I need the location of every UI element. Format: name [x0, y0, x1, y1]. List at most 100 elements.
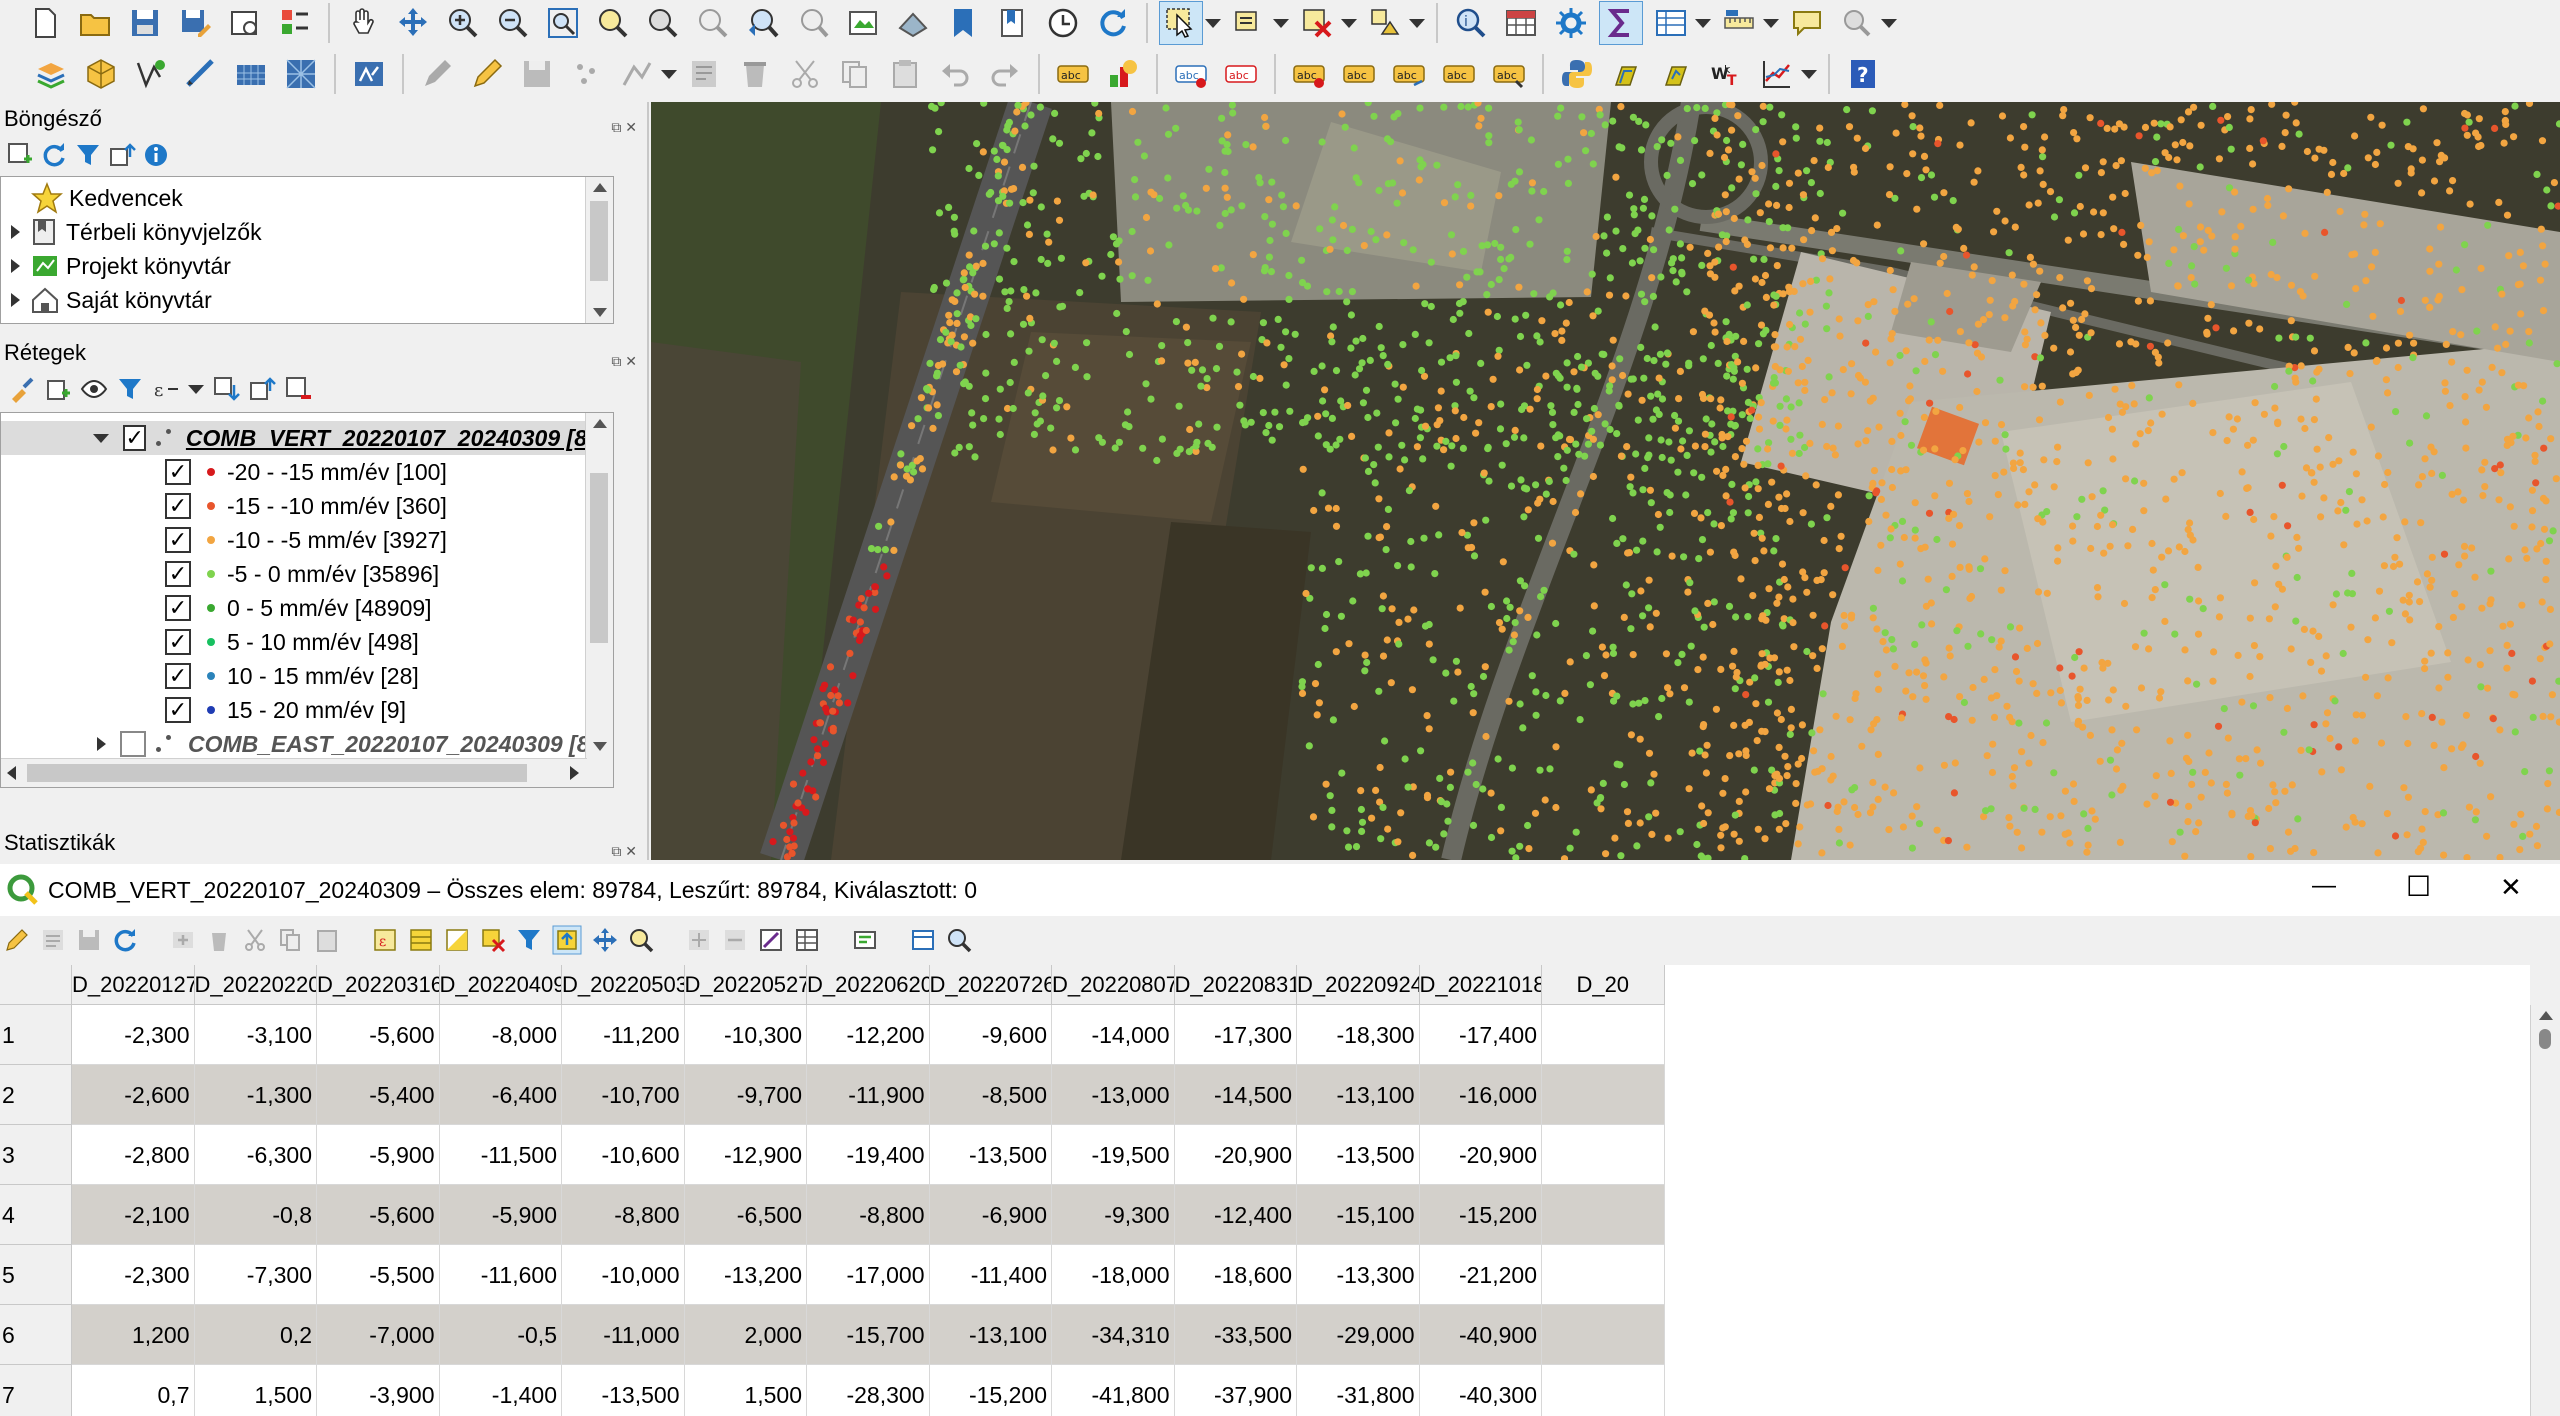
layers-hscrollbar[interactable] [1, 758, 587, 787]
plugin-icon[interactable] [1605, 52, 1649, 96]
wkt-icon[interactable]: WTk [1705, 52, 1749, 96]
show-hide-label-icon[interactable]: abc [1287, 52, 1331, 96]
browser-item-spatial-bookmarks[interactable]: Térbeli könyvjelzők [5, 215, 262, 249]
table-cell[interactable]: -7,000 [317, 1305, 440, 1365]
table-cell[interactable]: -2,800 [72, 1125, 195, 1185]
class-checkbox[interactable]: ✓ [165, 663, 191, 689]
minimize-button[interactable]: — [2312, 872, 2336, 900]
class-checkbox[interactable]: ✓ [165, 697, 191, 723]
zoom-next-icon[interactable] [791, 1, 835, 45]
table-cell[interactable]: -40,900 [1419, 1305, 1542, 1365]
table-cell[interactable]: -17,400 [1419, 1005, 1542, 1065]
layers-scrollbar[interactable] [585, 413, 613, 787]
select-feature-icon[interactable] [1159, 1, 1203, 45]
chevron-down-icon[interactable] [1409, 1, 1425, 45]
column-header[interactable]: D_20220924 [1297, 965, 1420, 1005]
column-header[interactable]: D_20220409 [439, 965, 562, 1005]
table-cell[interactable]: -2,600 [72, 1065, 195, 1125]
table-row[interactable]: 5 -2,300 -7,300 -5,500 -11,600 -10,000 -13,200… [0, 1245, 2530, 1305]
add-group-icon[interactable] [44, 375, 72, 403]
refresh-icon[interactable] [40, 141, 68, 169]
filter-icon[interactable] [116, 375, 144, 403]
chevron-down-icon[interactable] [1273, 1, 1289, 45]
move-selection-top-icon[interactable] [552, 925, 582, 955]
save-as-icon[interactable] [173, 1, 217, 45]
table-cell[interactable]: -11,900 [807, 1065, 930, 1125]
table-cell[interactable]: -2,300 [72, 1245, 195, 1305]
table-cell[interactable]: -6,500 [684, 1185, 807, 1245]
table-cell[interactable]: -13,500 [929, 1125, 1052, 1185]
table-cell[interactable]: -21,200 [1419, 1245, 1542, 1305]
table-cell[interactable]: -19,500 [1052, 1125, 1175, 1185]
table-cell[interactable]: -17,300 [1174, 1005, 1297, 1065]
layer-row-comb-east[interactable]: COMB_EAST_20220107_20240309 [8 [1, 727, 590, 761]
pan-to-selected-icon[interactable] [592, 927, 618, 953]
expression-select-icon[interactable]: ε [372, 927, 398, 953]
row-number[interactable]: 3 [0, 1125, 72, 1185]
delete-selected-icon[interactable] [733, 52, 777, 96]
table-cell[interactable]: -13,000 [1052, 1065, 1175, 1125]
label-tool-icon[interactable]: abc [1051, 52, 1095, 96]
modify-attributes-icon[interactable] [683, 52, 727, 96]
bookmark-new-icon[interactable] [941, 1, 985, 45]
table-cell[interactable]: -10,600 [562, 1125, 685, 1185]
actions-icon[interactable] [852, 927, 878, 953]
table-cell[interactable]: -10,300 [684, 1005, 807, 1065]
table-cell[interactable]: -34,310 [1052, 1305, 1175, 1365]
info-icon[interactable] [142, 141, 170, 169]
table-cell[interactable]: -11,200 [562, 1005, 685, 1065]
column-header[interactable]: D_20220831 [1174, 965, 1297, 1005]
python-icon[interactable] [1555, 52, 1599, 96]
table-cell[interactable]: -6,900 [929, 1185, 1052, 1245]
column-header[interactable]: D_20220807 [1052, 965, 1175, 1005]
table-cell[interactable]: -18,300 [1297, 1005, 1420, 1065]
table-cell[interactable]: -0,8 [194, 1185, 317, 1245]
row-number[interactable]: 7 [0, 1365, 72, 1416]
new-geopackage-icon[interactable] [79, 52, 123, 96]
legend-class-row[interactable]: ✓ 0 - 5 mm/év [48909] [165, 591, 432, 625]
table-cell[interactable]: -7,300 [194, 1245, 317, 1305]
table-cell[interactable]: -9,700 [684, 1065, 807, 1125]
filter-icon[interactable] [516, 927, 542, 953]
select-all-icon[interactable] [408, 927, 434, 953]
save-edits-icon[interactable] [515, 52, 559, 96]
new-3d-view-icon[interactable] [891, 1, 935, 45]
paste-features-icon[interactable] [883, 52, 927, 96]
chevron-down-icon[interactable] [1341, 1, 1357, 45]
eye-icon[interactable] [80, 375, 108, 403]
table-cell[interactable]: -8,500 [929, 1065, 1052, 1125]
class-checkbox[interactable]: ✓ [165, 629, 191, 655]
expand-arrow-icon[interactable] [11, 259, 20, 273]
digitize-icon[interactable] [415, 52, 459, 96]
cut-icon[interactable] [242, 927, 268, 953]
zoom-to-selected-icon[interactable] [628, 927, 654, 953]
browser-item-home[interactable]: Saját könyvtár [5, 283, 212, 317]
row-number[interactable]: 4 [0, 1185, 72, 1245]
table-cell[interactable]: -5,900 [439, 1185, 562, 1245]
pan-hand-icon[interactable] [341, 1, 385, 45]
toggle-editing-icon[interactable] [4, 927, 30, 953]
deselect-icon[interactable] [480, 927, 506, 953]
open-table-icon[interactable] [1649, 1, 1693, 45]
table-cell[interactable]: -41,800 [1052, 1365, 1175, 1416]
table-cell[interactable]: -16,000 [1419, 1065, 1542, 1125]
table-cell[interactable]: -1,400 [439, 1365, 562, 1416]
organize-columns-icon[interactable] [946, 927, 972, 953]
delete-field-icon[interactable] [722, 927, 748, 953]
measure-icon[interactable] [1717, 1, 1761, 45]
layer-visibility-checkbox[interactable] [120, 731, 146, 757]
copy-features-icon[interactable] [833, 52, 877, 96]
table-row[interactable]: 2 -2,600 -1,300 -5,400 -6,400 -10,700 -9,700 -1… [0, 1065, 2530, 1125]
add-wfs-icon[interactable] [347, 52, 391, 96]
table-cell[interactable]: -14,000 [1052, 1005, 1175, 1065]
zoom-last-icon[interactable] [741, 1, 785, 45]
table-cell[interactable]: 1,500 [194, 1365, 317, 1416]
table-cell[interactable]: -11,600 [439, 1245, 562, 1305]
add-feature-icon[interactable] [170, 927, 196, 953]
table-cell[interactable]: -5,600 [317, 1005, 440, 1065]
add-line-layer-icon[interactable] [179, 52, 223, 96]
table-cell[interactable]: -18,600 [1174, 1245, 1297, 1305]
add-mesh-icon[interactable] [279, 52, 323, 96]
chevron-down-icon[interactable] [1205, 1, 1221, 45]
pan-to-selection-icon[interactable] [391, 1, 435, 45]
